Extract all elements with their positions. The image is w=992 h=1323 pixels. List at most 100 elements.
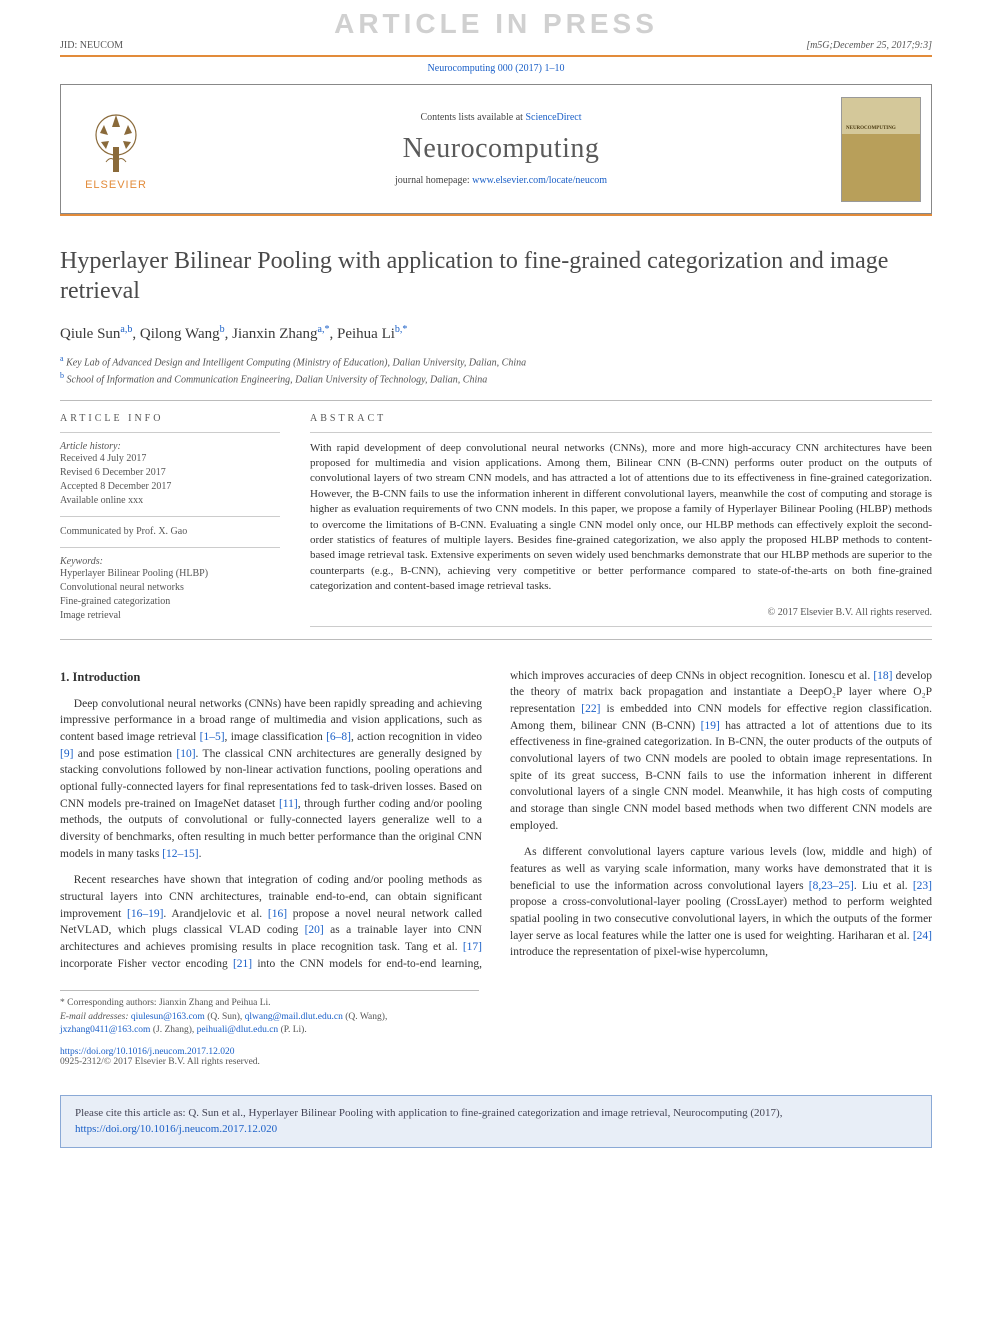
citation[interactable]: [22] bbox=[581, 703, 600, 715]
citation[interactable]: [8,23–25] bbox=[809, 880, 854, 892]
cover-thumbnail-block: NEUROCOMPUTING bbox=[831, 85, 931, 213]
contents-lists-prefix: Contents lists available at bbox=[420, 112, 525, 123]
body-text: propose a cross-convolutional-layer pool… bbox=[510, 896, 932, 941]
email-who: (Q. Wang) bbox=[345, 1012, 385, 1022]
author-name: Jianxin Zhang bbox=[232, 326, 317, 342]
author-name: Peihua Li bbox=[337, 326, 395, 342]
divider bbox=[60, 400, 932, 401]
cover-title: NEUROCOMPUTING bbox=[846, 126, 896, 131]
publisher-name: ELSEVIER bbox=[85, 179, 147, 191]
keyword: Hyperlayer Bilinear Pooling (HLBP) bbox=[60, 567, 280, 581]
keyword: Fine-grained categorization bbox=[60, 595, 280, 609]
email-who: (Q. Sun) bbox=[207, 1012, 240, 1022]
body-text: , action recognition in video bbox=[351, 731, 482, 743]
body-text: , image classification bbox=[225, 731, 327, 743]
body-text: . bbox=[199, 848, 202, 860]
citation[interactable]: [17] bbox=[463, 941, 482, 953]
author-aff: a, bbox=[318, 324, 325, 335]
journal-reference-line: Neurocomputing 000 (2017) 1–10 bbox=[0, 57, 992, 80]
citation[interactable]: [11] bbox=[279, 798, 298, 810]
history-label: Article history: bbox=[60, 441, 280, 452]
history-item: Received 4 July 2017 bbox=[60, 452, 280, 466]
author-email[interactable]: qiulesun@163.com bbox=[131, 1012, 205, 1022]
keywords-label: Keywords: bbox=[60, 556, 280, 567]
author-aff: a,b bbox=[120, 324, 132, 335]
homepage-prefix: journal homepage: bbox=[395, 175, 472, 186]
email-line: E-mail addresses: qiulesun@163.com (Q. S… bbox=[60, 1011, 479, 1038]
publisher-block: ELSEVIER bbox=[61, 85, 171, 213]
history-item: Available online xxx bbox=[60, 494, 280, 508]
citation[interactable]: [12–15] bbox=[162, 848, 198, 860]
communicated-by: Communicated by Prof. X. Gao bbox=[60, 525, 280, 539]
build-meta: [m5G;December 25, 2017;9:3] bbox=[806, 40, 932, 51]
article-body: 1. Introduction Deep convolutional neura… bbox=[60, 668, 932, 973]
author-name: Qiule Sun bbox=[60, 326, 120, 342]
citation[interactable]: [10] bbox=[176, 748, 195, 760]
citation[interactable]: [6–8] bbox=[326, 731, 351, 743]
citebox-doi-link[interactable]: https://doi.org/10.1016/j.neucom.2017.12… bbox=[75, 1123, 277, 1135]
citation[interactable]: [1–5] bbox=[200, 731, 225, 743]
journal-homepage-link[interactable]: www.elsevier.com/locate/neucom bbox=[472, 175, 607, 186]
affiliation-key: b bbox=[60, 371, 64, 380]
journal-ref-link[interactable]: Neurocomputing 000 (2017) 1–10 bbox=[428, 63, 565, 74]
abstract-text: With rapid development of deep convoluti… bbox=[310, 441, 932, 595]
citation[interactable]: [24] bbox=[913, 930, 932, 942]
citation[interactable]: [19] bbox=[701, 720, 720, 732]
doi-block: https://doi.org/10.1016/j.neucom.2017.12… bbox=[60, 1047, 479, 1067]
author-aff: b bbox=[220, 324, 225, 335]
keyword: Convolutional neural networks bbox=[60, 581, 280, 595]
contents-lists-line: Contents lists available at ScienceDirec… bbox=[420, 112, 581, 123]
email-who: (J. Zhang) bbox=[153, 1025, 192, 1035]
doi-link[interactable]: https://doi.org/10.1016/j.neucom.2017.12… bbox=[60, 1047, 235, 1057]
journal-masthead: ELSEVIER Contents lists available at Sci… bbox=[60, 84, 932, 214]
affiliation-list: a Key Lab of Advanced Design and Intelli… bbox=[60, 353, 932, 388]
divider bbox=[60, 639, 932, 640]
citation[interactable]: [16] bbox=[268, 908, 287, 920]
citation[interactable]: [9] bbox=[60, 748, 73, 760]
citation[interactable]: [16–19] bbox=[127, 908, 163, 920]
journal-name: Neurocomputing bbox=[403, 133, 600, 165]
article-info-header: article info bbox=[60, 413, 280, 424]
section-heading: 1. Introduction bbox=[60, 668, 482, 686]
body-text: and pose estimation bbox=[73, 748, 176, 760]
body-text: introduce the representation of pixel-wi… bbox=[510, 946, 768, 958]
corresponding-star: * bbox=[402, 324, 407, 335]
author-email[interactable]: qlwang@mail.dlut.edu.cn bbox=[245, 1012, 343, 1022]
abstract-header: abstract bbox=[310, 413, 932, 424]
author-email[interactable]: peihuali@dlut.edu.cn bbox=[197, 1025, 279, 1035]
citation[interactable]: [18] bbox=[873, 670, 892, 682]
history-item: Revised 6 December 2017 bbox=[60, 466, 280, 480]
abstract-copyright: © 2017 Elsevier B.V. All rights reserved… bbox=[310, 607, 932, 618]
body-text: . Arandjelovic et al. bbox=[163, 908, 267, 920]
watermark-article-in-press: ARTICLE IN PRESS bbox=[0, 0, 992, 40]
top-meta-bar: JID: NEUCOM [m5G;December 25, 2017;9:3] bbox=[0, 40, 992, 55]
citation[interactable]: [20] bbox=[305, 924, 324, 936]
info-abstract-row: article info Article history: Received 4… bbox=[60, 413, 932, 627]
corresponding-star: * bbox=[325, 324, 330, 335]
citebox-text: Please cite this article as: Q. Sun et a… bbox=[75, 1107, 782, 1119]
citation[interactable]: [23] bbox=[913, 880, 932, 892]
masthead-center: Contents lists available at ScienceDirec… bbox=[171, 85, 831, 213]
affiliation: a Key Lab of Advanced Design and Intelli… bbox=[60, 353, 932, 370]
email-who: (P. Li). bbox=[281, 1025, 307, 1035]
article-info-column: article info Article history: Received 4… bbox=[60, 413, 280, 627]
body-paragraph: As different convolutional layers captur… bbox=[510, 844, 932, 961]
author-email[interactable]: jxzhang0411@163.com bbox=[60, 1025, 150, 1035]
footnotes-block: * Corresponding authors: Jianxin Zhang a… bbox=[60, 990, 479, 1037]
jid-label: JID: NEUCOM bbox=[60, 40, 123, 51]
body-text: has attracted a lot of attentions due to… bbox=[510, 720, 932, 832]
abstract-column: abstract With rapid development of deep … bbox=[310, 413, 932, 627]
affiliation-text: School of Information and Communication … bbox=[67, 375, 488, 386]
journal-homepage-line: journal homepage: www.elsevier.com/locat… bbox=[395, 175, 607, 186]
body-text: incorporate Fisher vector encoding bbox=[60, 958, 233, 970]
author-name: Qilong Wang bbox=[140, 326, 220, 342]
article-title: Hyperlayer Bilinear Pooling with applica… bbox=[60, 246, 932, 306]
affiliation-key: a bbox=[60, 354, 64, 363]
sciencedirect-link[interactable]: ScienceDirect bbox=[525, 112, 581, 123]
body-paragraph: Deep convolutional neural networks (CNNs… bbox=[60, 696, 482, 863]
history-item: Accepted 8 December 2017 bbox=[60, 480, 280, 494]
citation[interactable]: [21] bbox=[233, 958, 252, 970]
elsevier-tree-icon bbox=[86, 107, 146, 177]
cite-this-article-box: Please cite this article as: Q. Sun et a… bbox=[60, 1095, 932, 1148]
email-label: E-mail addresses: bbox=[60, 1012, 129, 1022]
